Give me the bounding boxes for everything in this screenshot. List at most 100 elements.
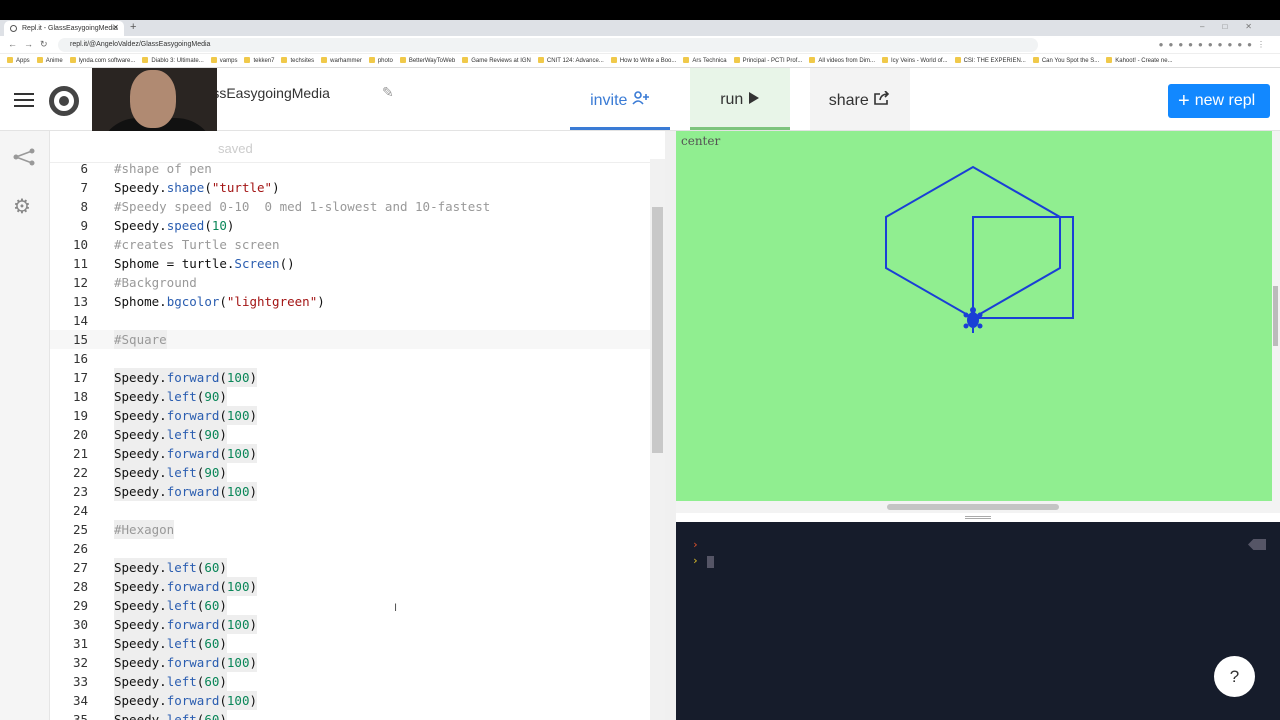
code-line[interactable]: 6 #shape of pen bbox=[50, 159, 650, 178]
new-repl-button[interactable]: + new repl bbox=[1168, 84, 1270, 118]
code-line[interactable]: 26 bbox=[50, 539, 650, 558]
code-line[interactable]: 33 Speedy.left(60) bbox=[50, 672, 650, 691]
code-text: Speedy.left(60) bbox=[114, 558, 227, 577]
line-number: 30 bbox=[72, 617, 88, 632]
bookmark-item[interactable]: photo bbox=[369, 57, 393, 64]
code-text: Speedy.left(90) bbox=[114, 463, 227, 482]
code-text: Speedy.left(90) bbox=[114, 425, 227, 444]
menu-icon[interactable] bbox=[14, 93, 34, 107]
bookmark-item[interactable]: Kahoot! - Create ne... bbox=[1106, 57, 1172, 64]
code-line[interactable]: 24 bbox=[50, 501, 650, 520]
text-cursor-icon: I bbox=[394, 602, 398, 614]
editor-scroll-thumb[interactable] bbox=[652, 207, 663, 453]
bookmark-item[interactable]: BetterWayToWeb bbox=[400, 57, 455, 64]
canvas-vscroll[interactable] bbox=[1272, 131, 1280, 501]
code-line[interactable]: 8 #Speedy speed 0-10 0 med 1-slowest and … bbox=[50, 197, 650, 216]
line-number: 23 bbox=[72, 484, 88, 499]
canvas-hscroll[interactable] bbox=[676, 501, 1280, 513]
new-tab-icon[interactable]: + bbox=[130, 21, 136, 33]
bookmark-item[interactable]: Game Reviews at IGN bbox=[462, 57, 531, 64]
code-text: Speedy.forward(100) bbox=[114, 577, 258, 596]
code-line[interactable]: 16 bbox=[50, 349, 650, 368]
code-text: Speedy.left(60) bbox=[114, 596, 227, 615]
share-label: share bbox=[828, 92, 869, 109]
gear-icon[interactable]: ⚙ bbox=[13, 194, 31, 219]
code-line[interactable]: 29 Speedy.left(60) bbox=[50, 596, 650, 615]
invite-button[interactable]: invite bbox=[570, 68, 670, 130]
code-line[interactable]: 17 Speedy.forward(100) bbox=[50, 368, 650, 387]
code-line[interactable]: 35 Speedy.left(60) bbox=[50, 710, 650, 720]
code-line[interactable]: 12 #Background bbox=[50, 273, 650, 292]
console-cursor bbox=[707, 556, 714, 568]
code-text: #Speedy speed 0-10 0 med 1-slowest and 1… bbox=[114, 199, 491, 214]
code-text: Speedy.left(60) bbox=[114, 672, 227, 691]
run-button[interactable]: run bbox=[690, 68, 790, 130]
clear-console-icon[interactable] bbox=[1248, 539, 1266, 550]
line-number: 32 bbox=[72, 655, 88, 670]
bookmark-item[interactable]: techsites bbox=[281, 57, 314, 64]
bookmark-item[interactable]: lynda.com software... bbox=[70, 57, 136, 64]
code-line[interactable]: 14 bbox=[50, 311, 650, 330]
line-number: 19 bbox=[72, 408, 88, 423]
console[interactable]: › › ? bbox=[676, 522, 1280, 720]
code-line[interactable]: 7 Speedy.shape("turtle") bbox=[50, 178, 650, 197]
code-line[interactable]: 11 Sphome = turtle.Screen() bbox=[50, 254, 650, 273]
url-field[interactable]: repl.it/@AngeloValdez/GlassEasygoingMedi… bbox=[58, 38, 1038, 52]
code-line[interactable]: 28 Speedy.forward(100) bbox=[50, 577, 650, 596]
share-button[interactable]: share bbox=[810, 68, 910, 130]
back-icon[interactable]: ← bbox=[8, 39, 17, 49]
share-graph-icon[interactable] bbox=[13, 148, 35, 166]
bookmark-item[interactable]: Ars Technica bbox=[683, 57, 726, 64]
bookmark-item[interactable]: Icy Veins - World of... bbox=[882, 57, 948, 64]
bookmark-item[interactable]: Diablo 3: Ultimate... bbox=[142, 57, 203, 64]
bookmark-item[interactable]: CSI: THE EXPERIEN... bbox=[955, 57, 1026, 64]
line-number: 20 bbox=[72, 427, 88, 442]
bookmark-item[interactable]: Anime bbox=[37, 57, 63, 64]
canvas-hscroll-thumb[interactable] bbox=[887, 504, 1059, 510]
code-line[interactable]: 18 Speedy.left(90) bbox=[50, 387, 650, 406]
window-controls[interactable]: –□✕ bbox=[1200, 22, 1270, 31]
extension-icons[interactable]: ●●●●●●●●●●⋮ bbox=[1159, 40, 1270, 49]
code-line[interactable]: 25 #Hexagon bbox=[50, 520, 650, 539]
editor-scrollbar[interactable] bbox=[650, 159, 665, 720]
bookmark-item[interactable]: All videos from Dim... bbox=[809, 57, 875, 64]
code-line[interactable]: 30 Speedy.forward(100) bbox=[50, 615, 650, 634]
code-line[interactable]: 21 Speedy.forward(100) bbox=[50, 444, 650, 463]
code-lines[interactable]: 6 #shape of pen 7 Speedy.shape("turtle") 8 #S… bbox=[50, 159, 650, 720]
code-line[interactable]: 22 Speedy.left(90) bbox=[50, 463, 650, 482]
code-line[interactable]: 19 Speedy.forward(100) bbox=[50, 406, 650, 425]
canvas-vscroll-thumb[interactable] bbox=[1273, 286, 1278, 346]
code-line[interactable]: 20 Speedy.left(90) bbox=[50, 425, 650, 444]
bookmark-item[interactable]: vamps bbox=[211, 57, 238, 64]
reload-icon[interactable]: ↻ bbox=[40, 39, 48, 50]
replit-logo[interactable] bbox=[49, 86, 79, 116]
code-line[interactable]: 9 Speedy.speed(10) bbox=[50, 216, 650, 235]
help-button[interactable]: ? bbox=[1214, 656, 1255, 697]
code-line[interactable]: 10 #creates Turtle screen bbox=[50, 235, 650, 254]
line-number: 33 bbox=[72, 674, 88, 689]
resize-grip[interactable] bbox=[676, 513, 1280, 522]
bookmark-item[interactable]: CNIT 124: Advance... bbox=[538, 57, 604, 64]
code-line[interactable]: 27 Speedy.left(60) bbox=[50, 558, 650, 577]
browser-tab[interactable]: Repl.it - GlassEasygoingMedia ✕ bbox=[4, 21, 124, 36]
bookmark-item[interactable]: Principal - PCTI Prof... bbox=[734, 57, 803, 64]
bookmark-item[interactable]: Can You Spot the S... bbox=[1033, 57, 1099, 64]
bookmark-item[interactable]: How to Write a Boo... bbox=[611, 57, 677, 64]
code-line[interactable]: 15 #Square bbox=[50, 330, 650, 349]
code-line[interactable]: 31 Speedy.left(60) bbox=[50, 634, 650, 653]
code-line[interactable]: 32 Speedy.forward(100) bbox=[50, 653, 650, 672]
bookmark-item[interactable]: tekken7 bbox=[244, 57, 274, 64]
pencil-icon[interactable]: ✎ bbox=[382, 84, 394, 101]
close-tab-icon[interactable]: ✕ bbox=[112, 23, 119, 32]
bookmark-item[interactable]: warhammer bbox=[321, 57, 362, 64]
pane-splitter[interactable] bbox=[665, 131, 676, 720]
bookmark-item[interactable]: Apps bbox=[7, 57, 30, 64]
forward-icon[interactable]: → bbox=[24, 39, 33, 49]
code-line[interactable]: 13 Sphome.bgcolor("lightgreen") bbox=[50, 292, 650, 311]
code-text: Sphome.bgcolor("lightgreen") bbox=[114, 294, 325, 309]
console-prompt-active: › bbox=[692, 554, 699, 567]
code-line[interactable]: 34 Speedy.forward(100) bbox=[50, 691, 650, 710]
code-editor[interactable]: saved 6 #shape of pen 7 Speedy.shape("turtl… bbox=[50, 131, 665, 720]
code-line[interactable]: 23 Speedy.forward(100) bbox=[50, 482, 650, 501]
line-number: 34 bbox=[72, 693, 88, 708]
